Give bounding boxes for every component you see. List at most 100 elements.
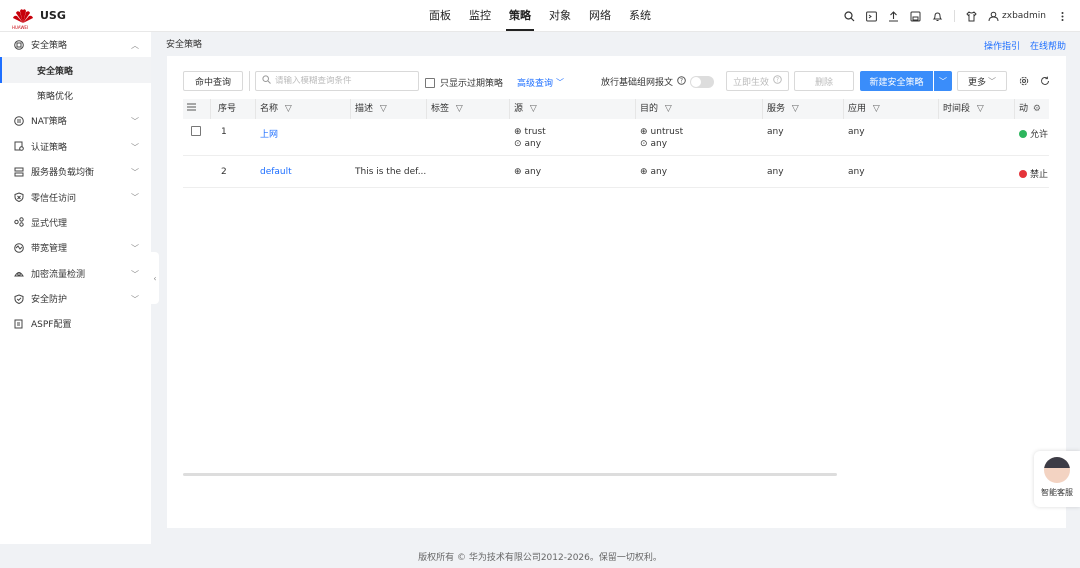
header-label: 描述 bbox=[355, 104, 374, 114]
online-help-link[interactable]: 在线帮助 bbox=[1030, 39, 1066, 52]
filter-icon[interactable]: ▽ bbox=[456, 104, 463, 114]
sidebar-item-slb[interactable]: 服务器负载均衡 ﹀ bbox=[0, 159, 151, 184]
guide-link[interactable]: 操作指引 bbox=[984, 39, 1020, 52]
sidebar-item-label: NAT策略 bbox=[31, 117, 67, 128]
more-vertical-icon[interactable] bbox=[1057, 11, 1068, 22]
filter-icon[interactable]: ▽ bbox=[792, 104, 799, 114]
auth-icon bbox=[14, 141, 24, 152]
only-expired-checkbox[interactable] bbox=[425, 77, 435, 88]
chevron-down-icon: ﹀ bbox=[131, 244, 139, 254]
only-expired-option[interactable]: 只显示过期策略 bbox=[425, 76, 503, 89]
row-action: 允许 bbox=[1015, 127, 1048, 140]
sidebar-item-policy-optimize[interactable]: 策略优化 bbox=[0, 83, 151, 108]
advanced-query-label: 高级查询 bbox=[517, 79, 554, 89]
nav-dashboard[interactable]: 面板 bbox=[420, 0, 460, 32]
save-config-icon[interactable] bbox=[910, 11, 921, 22]
filter-icon[interactable]: ▽ bbox=[665, 104, 672, 114]
gear-icon[interactable]: ⚙ bbox=[1033, 104, 1041, 114]
row-dest-zone-label: untrust bbox=[650, 127, 684, 137]
sidebar-item-nat[interactable]: NAT策略 ﹀ bbox=[0, 108, 151, 133]
address-icon: ⊙ bbox=[514, 139, 522, 149]
address-icon: ⊙ bbox=[640, 139, 648, 149]
row-name-link[interactable]: default bbox=[256, 167, 292, 177]
row-application: any bbox=[848, 127, 865, 137]
sidebar-item-label: 服务器负载均衡 bbox=[31, 168, 95, 179]
policy-table: 序号 名称 ▽ 描述 ▽ 标签 ▽ 源 ▽ 目的 ▽ 服务 ▽ 应用 ▽ 时间段… bbox=[183, 99, 1049, 188]
sidebar-item-label: 策略优化 bbox=[37, 91, 74, 102]
search-icon[interactable] bbox=[844, 10, 855, 22]
apply-now-button[interactable]: 立即生效 ? bbox=[726, 71, 789, 91]
nav-policy[interactable]: 策略 bbox=[500, 0, 540, 32]
hit-query-button[interactable]: 命中查询 bbox=[183, 71, 243, 91]
sidebar-item-bandwidth[interactable]: 带宽管理 ﹀ bbox=[0, 235, 151, 260]
nav-object[interactable]: 对象 bbox=[540, 0, 580, 32]
new-policy-dropdown[interactable]: ﹀ bbox=[934, 71, 952, 91]
horizontal-scrollbar[interactable] bbox=[183, 473, 837, 476]
new-policy-button[interactable]: 新建安全策略 bbox=[860, 71, 933, 91]
search-input[interactable] bbox=[275, 76, 415, 86]
row-application: any bbox=[848, 167, 865, 177]
sidebar-item-encrypt-detect[interactable]: 加密流量检测 ﹀ bbox=[0, 261, 151, 286]
header-name: 名称 ▽ bbox=[256, 99, 351, 119]
security-policy-icon bbox=[14, 39, 24, 50]
column-settings-icon[interactable] bbox=[183, 99, 211, 119]
search-icon bbox=[262, 75, 271, 87]
sidebar-item-aspf[interactable]: ASPF配置 bbox=[0, 311, 151, 336]
filter-icon[interactable]: ▽ bbox=[530, 104, 537, 114]
row-seq: 1 bbox=[221, 127, 227, 137]
row-checkbox[interactable] bbox=[187, 126, 201, 139]
top-toolbar: zxbadmin bbox=[844, 0, 1068, 32]
advanced-query-link[interactable]: 高级查询 ﹀ bbox=[517, 76, 564, 89]
nav-monitor[interactable]: 监控 bbox=[460, 0, 500, 32]
sidebar-item-proxy[interactable]: 显式代理 bbox=[0, 210, 151, 235]
sidebar-item-label: 安全防护 bbox=[31, 295, 68, 306]
zero-trust-icon bbox=[14, 192, 24, 203]
row-action-label: 禁止 bbox=[1030, 170, 1049, 180]
refresh-icon[interactable] bbox=[1040, 76, 1050, 89]
row-action: 禁止 bbox=[1015, 167, 1048, 180]
filter-icon[interactable]: ▽ bbox=[285, 104, 292, 114]
sidebar: 安全策略 ︿ 安全策略 策略优化 NAT策略 ﹀ 认证策略 ﹀ 服务器负载均衡 … bbox=[0, 32, 151, 544]
chevron-left-icon: ‹ bbox=[153, 273, 157, 283]
shirt-icon[interactable] bbox=[966, 10, 977, 22]
sidebar-item-security-policy-sub[interactable]: 安全策略 bbox=[0, 57, 151, 84]
allow-basic-toggle[interactable] bbox=[690, 75, 715, 88]
filter-icon[interactable]: ▽ bbox=[977, 104, 984, 114]
nav-network[interactable]: 网络 bbox=[580, 0, 620, 32]
sidebar-item-protection[interactable]: 安全防护 ﹀ bbox=[0, 286, 151, 311]
nav-system[interactable]: 系统 bbox=[620, 0, 660, 32]
sidebar-item-auth[interactable]: 认证策略 ﹀ bbox=[0, 134, 151, 159]
row-dest-zone: ⊕ untrust bbox=[636, 127, 683, 137]
header-label: 动 bbox=[1019, 104, 1029, 114]
smart-service-widget[interactable]: 智能客服 bbox=[1034, 451, 1080, 507]
row-source-zone-label: any bbox=[524, 167, 542, 177]
chevron-down-icon: ﹀ bbox=[988, 76, 996, 86]
search-box bbox=[255, 71, 419, 91]
divider bbox=[249, 71, 250, 91]
table-row[interactable]: 2 default This is the def... ⊕ any ⊕ any a… bbox=[183, 156, 1049, 188]
header-source: 源 ▽ bbox=[510, 99, 636, 119]
row-name-link[interactable]: 上网 bbox=[256, 127, 278, 140]
table-row[interactable]: 1 上网 ⊕ trust ⊙ any ⊕ untrust ⊙ any any any 允… bbox=[183, 119, 1049, 156]
filter-icon[interactable]: ▽ bbox=[380, 104, 387, 114]
filter-icon[interactable]: ▽ bbox=[873, 104, 880, 114]
sidebar-item-zero-trust[interactable]: 零信任访问 ﹀ bbox=[0, 184, 151, 209]
sidebar-item-label: 零信任访问 bbox=[31, 193, 77, 204]
sidebar-collapse-handle[interactable]: ‹ bbox=[151, 252, 159, 304]
user-menu[interactable]: zxbadmin bbox=[988, 11, 1046, 22]
terminal-icon[interactable] bbox=[866, 11, 877, 22]
row-dest-zone-label: any bbox=[650, 167, 668, 177]
delete-button[interactable]: 删除 bbox=[794, 71, 854, 91]
bell-icon[interactable] bbox=[932, 11, 943, 22]
sidebar-item-label: 显式代理 bbox=[31, 218, 68, 229]
sidebar-item-security-policy[interactable]: 安全策略 ︿ bbox=[0, 32, 151, 57]
gear-icon[interactable] bbox=[1019, 76, 1029, 89]
page-title: 安全策略 bbox=[166, 40, 203, 50]
sidebar-item-label: 安全策略 bbox=[37, 66, 74, 77]
row-action-label: 允许 bbox=[1030, 130, 1049, 140]
help-icon[interactable]: ? bbox=[677, 75, 686, 88]
more-button[interactable]: 更多 ﹀ bbox=[957, 71, 1007, 91]
header-label: 应用 bbox=[848, 104, 867, 114]
upload-icon[interactable] bbox=[888, 10, 899, 22]
zone-icon: ⊕ bbox=[640, 167, 648, 177]
